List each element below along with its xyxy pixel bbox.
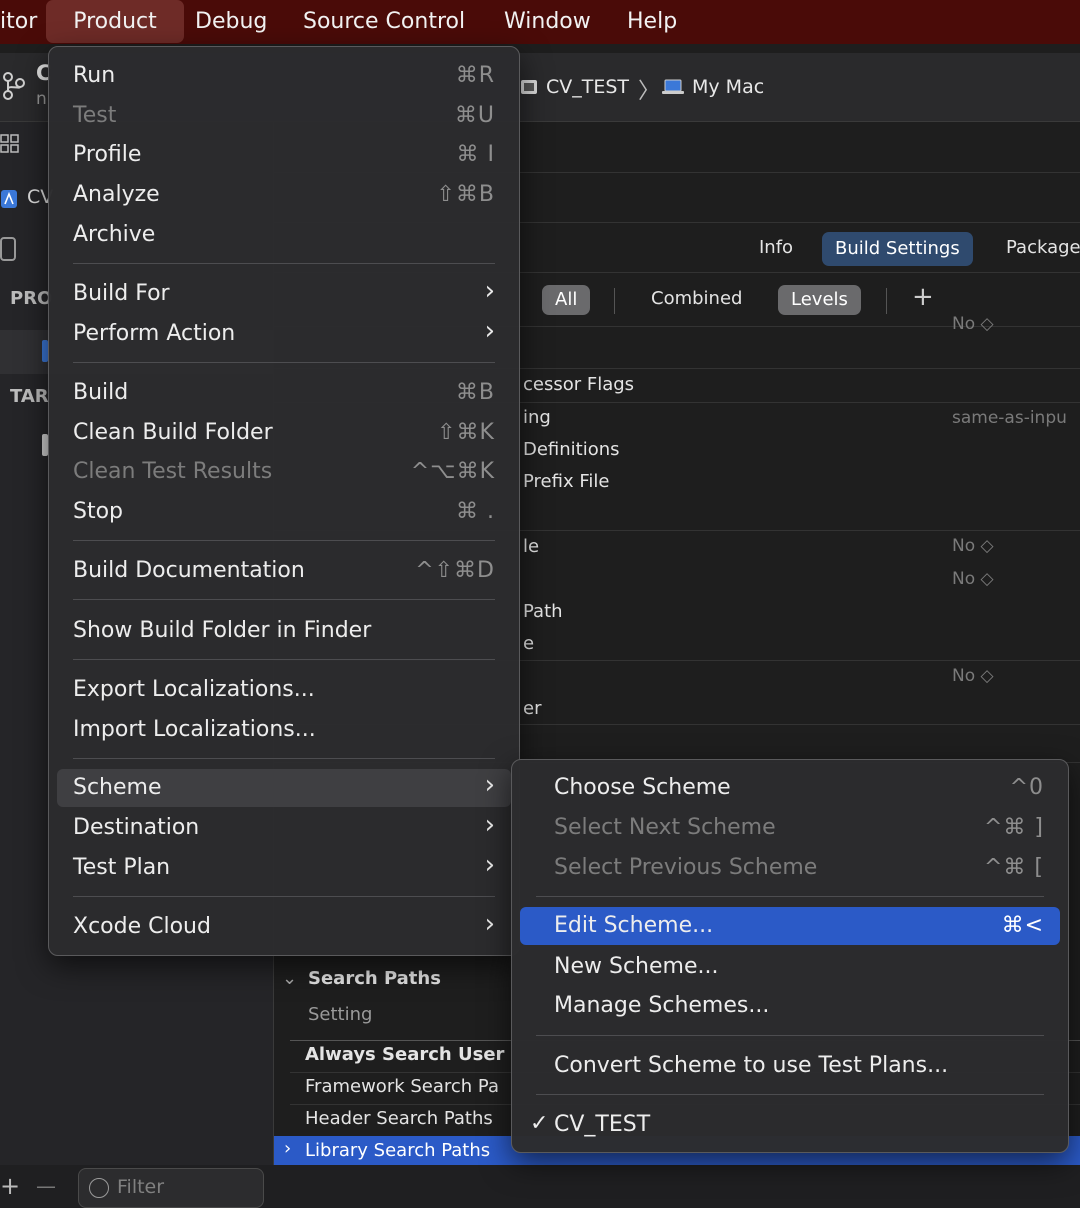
menu-source-control[interactable]: Source Control [303, 0, 465, 44]
scheme-submenu: Choose Scheme ^0 Select Next Scheme ^⌘ ] S… [511, 759, 1069, 1153]
menu-item-import-localizations[interactable]: Import Localizations... [57, 711, 511, 749]
app-icon [1, 190, 17, 208]
tab-package[interactable]: Package [1006, 237, 1080, 258]
menu-item-perform-action[interactable]: Perform Action › [57, 315, 511, 353]
filter-placeholder: Filter [117, 1176, 165, 1198]
filter-icon [89, 1178, 109, 1198]
menu-item-edit-scheme[interactable]: Edit Scheme... ⌘< [520, 907, 1060, 945]
menu-item-scheme-cv-test[interactable]: ✓ CV_TEST [520, 1106, 1060, 1144]
filter-all-button[interactable]: All [542, 285, 591, 315]
setting-value[interactable]: No ◇ [952, 536, 994, 556]
setting-value[interactable]: No ◇ [952, 314, 994, 334]
setting-value[interactable]: same-as-inpu [952, 408, 1067, 428]
tab-build-settings[interactable]: Build Settings [822, 232, 973, 266]
menu-item-clean-test-results[interactable]: Clean Test Results ^⌥⌘K [57, 453, 511, 491]
menu-item-scheme[interactable]: Scheme › [57, 769, 511, 807]
targets-section-header: TAR [10, 386, 49, 407]
setting-row[interactable]: le [523, 536, 539, 557]
menu-editor[interactable]: itor [0, 0, 37, 44]
project-subtitle: n [36, 89, 47, 109]
menu-item-manage-schemes[interactable]: Manage Schemes... [520, 987, 1060, 1025]
menu-item-build[interactable]: Build ⌘B [57, 374, 511, 412]
filter-combined-button[interactable]: Combined [651, 288, 742, 309]
chevron-right-icon: › [484, 276, 495, 306]
chevron-right-icon: › [484, 909, 495, 939]
filter-field[interactable]: Filter [78, 1168, 264, 1208]
destination-selector[interactable]: My Mac [692, 76, 764, 98]
setting-row[interactable]: e [523, 633, 534, 654]
setting-column-header: Setting [308, 1004, 373, 1025]
library-search-paths-label: Library Search Paths [305, 1140, 491, 1161]
sidebar-toggle-icon[interactable] [0, 237, 16, 261]
scheme-icon [521, 80, 537, 94]
project-section-header: PRO [10, 288, 53, 309]
menu-item-profile[interactable]: Profile ⌘ I [57, 136, 511, 174]
remove-button[interactable]: — [36, 1174, 56, 1198]
menu-item-convert-scheme[interactable]: Convert Scheme to use Test Plans... [520, 1047, 1060, 1085]
branch-icon[interactable] [0, 69, 26, 103]
menu-item-choose-scheme[interactable]: Choose Scheme ^0 [520, 769, 1060, 807]
menu-item-xcode-cloud[interactable]: Xcode Cloud › [57, 908, 511, 946]
menu-bar: itor Product Debug Source Control Window… [0, 0, 1080, 44]
menu-item-select-previous-scheme[interactable]: Select Previous Scheme ^⌘ [ [520, 849, 1060, 887]
menu-item-select-next-scheme[interactable]: Select Next Scheme ^⌘ ] [520, 809, 1060, 847]
setting-row[interactable]: er [523, 698, 541, 719]
chevron-right-icon: › [484, 316, 495, 346]
menu-item-export-localizations[interactable]: Export Localizations... [57, 671, 511, 709]
laptop-icon [662, 79, 684, 94]
chevron-right-icon: › [484, 770, 495, 800]
filter-levels-button[interactable]: Levels [778, 285, 861, 315]
product-menu: Run ⌘R Test ⌘U Profile ⌘ I Analyze ⇧⌘B Archi… [48, 46, 520, 956]
add-button[interactable]: + [0, 1172, 20, 1200]
setting-value[interactable]: No ◇ [952, 666, 994, 686]
framework-search-paths-row[interactable]: Framework Search Pa [305, 1076, 499, 1097]
menu-product[interactable]: Product [46, 0, 184, 43]
menu-item-run[interactable]: Run ⌘R [57, 57, 511, 95]
menu-debug[interactable]: Debug [195, 0, 267, 44]
menu-item-show-build-folder[interactable]: Show Build Folder in Finder [57, 612, 511, 650]
setting-row[interactable]: ing [523, 407, 551, 428]
menu-help[interactable]: Help [627, 0, 677, 44]
menu-item-stop[interactable]: Stop ⌘ . [57, 493, 511, 531]
setting-value[interactable]: No ◇ [952, 569, 994, 589]
chevron-right-icon: › [484, 850, 495, 880]
checkmark-icon: ✓ [530, 1111, 549, 1136]
menu-item-build-for[interactable]: Build For › [57, 275, 511, 313]
setting-row[interactable]: cessor Flags [523, 374, 634, 395]
always-search-user-row[interactable]: Always Search User [305, 1044, 504, 1065]
menu-item-archive[interactable]: Archive [57, 216, 511, 254]
disclosure-right-icon[interactable]: › [284, 1138, 291, 1159]
disclosure-down-icon[interactable]: ⌄ [282, 968, 297, 989]
menu-item-new-scheme[interactable]: New Scheme... [520, 948, 1060, 986]
menu-item-clean-build-folder[interactable]: Clean Build Folder ⇧⌘K [57, 414, 511, 452]
setting-row[interactable]: Definitions [523, 439, 620, 460]
chevron-right-icon: 〉 [638, 79, 661, 104]
menu-item-build-documentation[interactable]: Build Documentation ^⇧⌘D [57, 552, 511, 590]
menu-window[interactable]: Window [504, 0, 591, 44]
menu-item-destination[interactable]: Destination › [57, 809, 511, 847]
header-search-paths-row[interactable]: Header Search Paths [305, 1108, 493, 1129]
add-setting-button[interactable]: + [912, 282, 934, 312]
search-paths-section[interactable]: Search Paths [308, 968, 441, 989]
grid-icon[interactable] [0, 134, 20, 156]
chevron-right-icon: › [484, 810, 495, 840]
tab-info[interactable]: Info [759, 237, 793, 258]
setting-row[interactable]: Path [523, 601, 563, 622]
setting-row[interactable]: Prefix File [523, 471, 609, 492]
menu-item-test[interactable]: Test ⌘U [57, 97, 511, 135]
scheme-selector[interactable]: CV_TEST [546, 76, 629, 98]
menu-item-analyze[interactable]: Analyze ⇧⌘B [57, 176, 511, 214]
menu-item-test-plan[interactable]: Test Plan › [57, 849, 511, 887]
